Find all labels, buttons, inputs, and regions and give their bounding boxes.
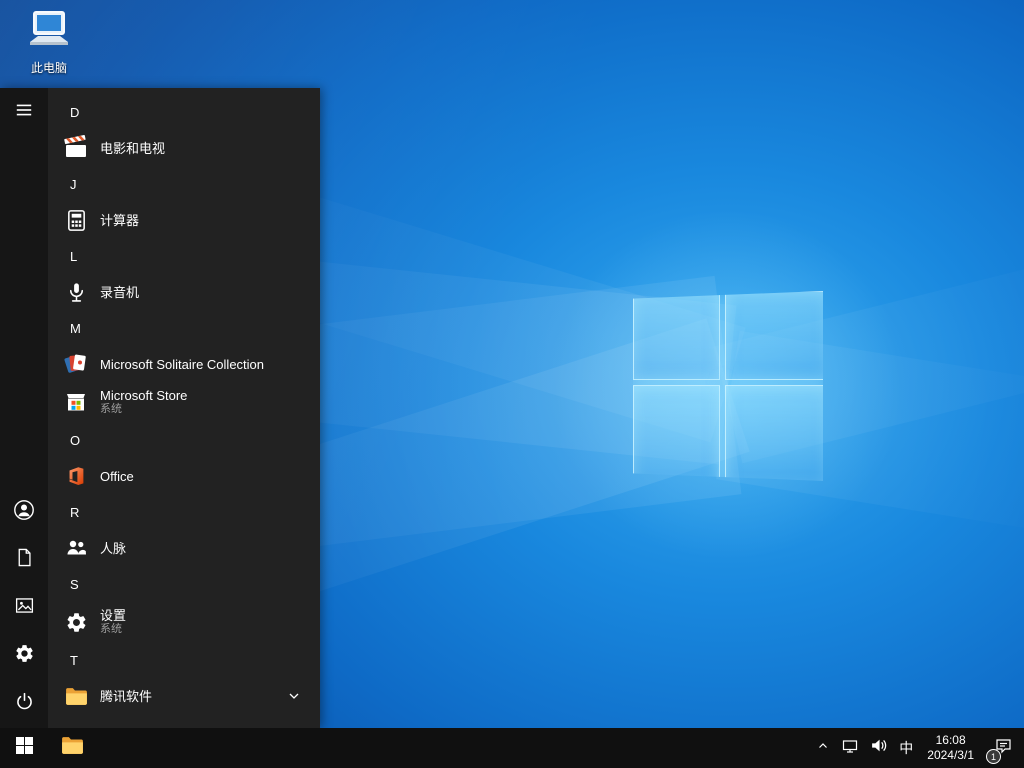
app-name: 腾讯软件 <box>100 688 153 704</box>
system-tray: 中 16:08 2024/3/1 1 <box>810 728 1024 768</box>
store-icon <box>62 388 90 416</box>
windows-logo-pane <box>633 385 721 481</box>
people-icon <box>62 534 90 562</box>
section-letter-m[interactable]: M <box>48 310 320 346</box>
section-letter-o[interactable]: O <box>48 422 320 458</box>
speaker-icon <box>870 737 887 759</box>
start-button[interactable] <box>0 728 48 768</box>
section-letter-l[interactable]: L <box>48 238 320 274</box>
gear-icon <box>14 643 35 669</box>
section-letter-s[interactable]: S <box>48 566 320 602</box>
start-menu: D 电影和电视 J 计算器 L 录音机 M Microsoft Solitair… <box>0 88 320 728</box>
folder-icon <box>62 682 90 710</box>
power-button[interactable] <box>0 680 48 728</box>
volume-button[interactable] <box>864 728 893 768</box>
app-subtitle: 系统 <box>100 403 122 415</box>
document-icon <box>14 547 35 573</box>
office-icon <box>62 462 90 490</box>
this-pc-icon <box>26 10 72 57</box>
tray-overflow-button[interactable] <box>810 728 836 768</box>
app-subtitle: 系统 <box>100 623 122 635</box>
ime-indicator[interactable]: 中 <box>893 728 919 768</box>
section-letter-j[interactable]: J <box>48 166 320 202</box>
windows-desktop: 此电脑 D 电影和电视 J 计算器 L 录音机 M Microsoft Soli… <box>0 0 1024 768</box>
app-name: Microsoft Store <box>100 388 188 403</box>
windows-start-icon <box>15 737 33 759</box>
network-icon <box>842 738 858 759</box>
solitaire-icon <box>62 350 90 378</box>
windows-logo-glow <box>538 195 918 575</box>
settings-gear-icon <box>62 608 90 636</box>
start-menu-rail <box>0 88 48 728</box>
app-row-people[interactable]: 人脉 <box>48 530 320 566</box>
taskbar-clock[interactable]: 16:08 2024/3/1 <box>919 728 982 768</box>
app-name: Office <box>100 468 134 484</box>
clock-date: 2024/3/1 <box>927 748 974 762</box>
windows-logo-pane <box>633 291 721 381</box>
hamburger-icon <box>15 101 33 124</box>
folder-icon <box>60 733 85 763</box>
app-row-voice-recorder[interactable]: 录音机 <box>48 274 320 310</box>
action-center-button[interactable]: 1 <box>982 728 1024 768</box>
pictures-button[interactable] <box>0 584 48 632</box>
app-row-office[interactable]: Office <box>48 458 320 494</box>
chevron-up-icon <box>817 739 829 757</box>
app-name: 电影和电视 <box>100 140 166 156</box>
documents-button[interactable] <box>0 536 48 584</box>
desktop-icon-label: 此电脑 <box>30 61 67 75</box>
pictures-icon <box>14 595 35 621</box>
user-account-button[interactable] <box>0 488 48 536</box>
app-row-movies-tv[interactable]: 电影和电视 <box>48 130 320 166</box>
app-name: 人脉 <box>100 540 127 556</box>
user-icon <box>12 498 36 527</box>
settings-button[interactable] <box>0 632 48 680</box>
app-row-calculator[interactable]: 计算器 <box>48 202 320 238</box>
app-row-settings[interactable]: 设置 系统 <box>48 602 320 642</box>
app-name: 计算器 <box>100 212 140 228</box>
desktop-icon-this-pc[interactable]: 此电脑 <box>10 10 88 76</box>
app-name: 录音机 <box>100 284 140 300</box>
network-button[interactable] <box>836 728 864 768</box>
clock-time: 16:08 <box>935 733 966 747</box>
section-letter-r[interactable]: R <box>48 494 320 530</box>
light-beam <box>713 225 1024 464</box>
app-row-tencent-folder[interactable]: 腾讯软件 <box>48 678 320 714</box>
calculator-icon <box>62 206 90 234</box>
windows-logo <box>633 291 823 481</box>
start-menu-app-list: D 电影和电视 J 计算器 L 录音机 M Microsoft Solitair… <box>48 88 320 728</box>
section-letter-d[interactable]: D <box>48 94 320 130</box>
windows-logo-pane <box>725 291 823 381</box>
app-name: Microsoft Solitaire Collection <box>100 356 265 372</box>
app-name: 设置 <box>100 608 127 623</box>
light-beam <box>716 330 1024 547</box>
movies-tv-icon <box>62 134 90 162</box>
app-row-microsoft-store[interactable]: Microsoft Store 系统 <box>48 382 320 422</box>
section-letter-t[interactable]: T <box>48 642 320 678</box>
app-row-solitaire[interactable]: Microsoft Solitaire Collection <box>48 346 320 382</box>
file-explorer-button[interactable] <box>48 728 96 768</box>
expand-menu-button[interactable] <box>0 88 48 136</box>
taskbar: 中 16:08 2024/3/1 1 <box>0 728 1024 768</box>
power-icon <box>14 691 35 717</box>
chevron-down-icon <box>288 690 300 702</box>
voice-recorder-icon <box>62 278 90 306</box>
section-letter-w[interactable]: W <box>48 714 320 729</box>
notification-badge: 1 <box>986 749 1001 764</box>
windows-logo-pane <box>725 385 823 481</box>
